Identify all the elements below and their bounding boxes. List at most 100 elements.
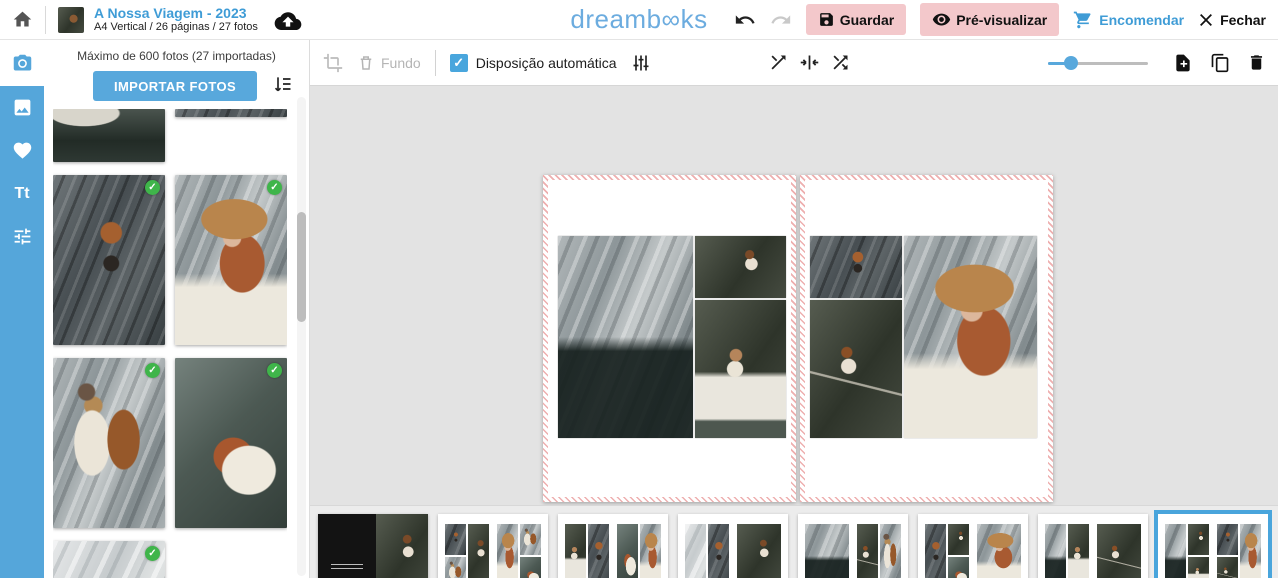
photo-grid: ✓ ✓ ✓ ✓ ✓ <box>53 109 287 578</box>
photo-woman-hat[interactable] <box>904 236 1037 438</box>
tune-icon <box>12 226 33 247</box>
trash-icon <box>357 54 375 72</box>
camera-icon <box>12 53 33 74</box>
shuffle-alt-icon <box>830 52 851 73</box>
shuffle-layout-button[interactable] <box>830 52 851 73</box>
photo-thumbnail[interactable] <box>53 109 165 162</box>
photo-couple-bridge[interactable] <box>810 300 902 438</box>
divider <box>45 6 46 34</box>
image-icon <box>12 97 33 118</box>
filmstrip-page-6[interactable] <box>1038 514 1148 578</box>
project-info: A Nossa Viagem - 2023 A4 Vertical / 26 p… <box>94 6 258 34</box>
sidebar-item-text[interactable]: Tt <box>0 172 44 215</box>
delete-page-button[interactable] <box>1247 53 1266 72</box>
preview-button[interactable]: Pré-visualizar <box>920 3 1059 36</box>
sidebar-item-favorites[interactable] <box>0 129 44 172</box>
order-label: Encomendar <box>1099 12 1184 28</box>
selected-check-icon: ✓ <box>145 180 160 195</box>
photo-thumbnail[interactable]: ✓ <box>175 175 287 345</box>
photo-thumbnail[interactable]: ✓ <box>53 541 165 578</box>
zoom-slider-thumb[interactable] <box>1064 56 1078 70</box>
filmstrip-page-cover[interactable] <box>318 514 428 578</box>
divider <box>435 50 436 76</box>
panel-scrollbar-thumb[interactable] <box>297 212 306 322</box>
home-button[interactable] <box>12 9 33 30</box>
photo-man-on-rock[interactable] <box>810 236 902 298</box>
filmstrip-page-3[interactable] <box>678 514 788 578</box>
eye-icon <box>932 10 951 29</box>
delete-page-icon <box>1247 53 1266 72</box>
close-label: Fechar <box>1220 12 1266 28</box>
selected-check-icon: ✓ <box>145 363 160 378</box>
filmstrip-page-5[interactable] <box>918 514 1028 578</box>
undo-icon <box>734 9 756 31</box>
heart-icon <box>12 140 33 161</box>
photobook-editor: A Nossa Viagem - 2023 A4 Vertical / 26 p… <box>0 0 1278 578</box>
photo-thumbnail[interactable]: ✓ <box>53 175 165 345</box>
project-subtitle: A4 Vertical / 26 páginas / 27 fotos <box>94 21 258 34</box>
sidebar-item-photos[interactable] <box>0 40 44 86</box>
sidebar-item-layouts[interactable] <box>0 86 44 129</box>
save-icon <box>818 11 835 28</box>
editor-main: Fundo ✓ Disposição automática <box>310 40 1278 578</box>
photo-thumbnail[interactable]: ✓ <box>53 358 165 528</box>
filmstrip-page-2[interactable] <box>558 514 668 578</box>
auto-layout-toggle[interactable]: ✓ Disposição automática <box>450 54 617 72</box>
photo-panel: Máximo de 600 fotos (27 importadas) IMPO… <box>44 40 310 578</box>
cover-photo <box>376 514 428 578</box>
page-left[interactable] <box>543 175 796 502</box>
selected-check-icon: ✓ <box>267 363 282 378</box>
background-label: Fundo <box>381 55 421 71</box>
sort-icon <box>273 74 293 94</box>
shuffle-photos-button[interactable] <box>768 52 789 73</box>
preview-label: Pré-visualizar <box>956 12 1047 28</box>
background-button[interactable]: Fundo <box>357 54 421 72</box>
auto-layout-checkbox[interactable]: ✓ <box>450 54 468 72</box>
photo-cave-woman[interactable] <box>695 236 786 298</box>
sort-photos-button[interactable] <box>273 74 293 94</box>
page-filmstrip <box>310 505 1278 578</box>
panel-scrollbar[interactable] <box>297 97 306 576</box>
project-title: A Nossa Viagem - 2023 <box>94 6 258 21</box>
filmstrip-page-4[interactable] <box>798 514 908 578</box>
selected-check-icon: ✓ <box>145 546 160 561</box>
crop-button[interactable] <box>323 53 343 73</box>
spread-canvas[interactable] <box>310 86 1278 545</box>
filmstrip-page-7[interactable] <box>1158 514 1268 578</box>
project-thumbnail <box>58 7 84 33</box>
save-label: Guardar <box>840 12 894 28</box>
import-photos-button[interactable]: IMPORTAR FOTOS <box>93 71 257 101</box>
tune-vertical-icon <box>631 53 651 73</box>
photo-lake-rock[interactable] <box>558 236 693 438</box>
photo-thumbnail[interactable]: ✓ <box>175 358 287 528</box>
redo-icon <box>770 9 792 31</box>
copy-page-button[interactable] <box>1210 53 1230 73</box>
save-button[interactable]: Guardar <box>806 4 906 35</box>
page-right[interactable] <box>800 175 1053 502</box>
zoom-slider[interactable] <box>1048 56 1148 70</box>
top-actions: Guardar Pré-visualizar Encomendar Fechar <box>734 3 1266 36</box>
page-spread <box>543 175 1053 502</box>
close-button[interactable]: Fechar <box>1198 12 1266 28</box>
redo-button[interactable] <box>770 9 792 31</box>
layout-options-button[interactable] <box>631 53 651 73</box>
merge-pages-button[interactable] <box>799 52 820 73</box>
text-icon: Tt <box>14 185 29 203</box>
undo-button[interactable] <box>734 9 756 31</box>
selected-check-icon: ✓ <box>267 180 282 195</box>
copy-page-icon <box>1210 53 1230 73</box>
top-bar: A Nossa Viagem - 2023 A4 Vertical / 26 p… <box>0 0 1278 40</box>
sidebar-item-adjust[interactable] <box>0 215 44 258</box>
cloud-sync-icon <box>274 10 302 30</box>
photo-woman-in-boat[interactable] <box>695 300 786 438</box>
photo-thumbnail[interactable] <box>175 109 287 117</box>
auto-layout-label: Disposição automática <box>476 55 617 71</box>
home-icon <box>12 9 33 30</box>
add-page-icon <box>1173 53 1193 73</box>
arrows-to-center-icon <box>799 52 820 73</box>
order-button[interactable]: Encomendar <box>1073 10 1184 30</box>
edit-toolbar: Fundo ✓ Disposição automática <box>310 40 1278 86</box>
add-page-button[interactable] <box>1173 53 1193 73</box>
filmstrip-page-1[interactable] <box>438 514 548 578</box>
cover-front <box>318 514 376 578</box>
